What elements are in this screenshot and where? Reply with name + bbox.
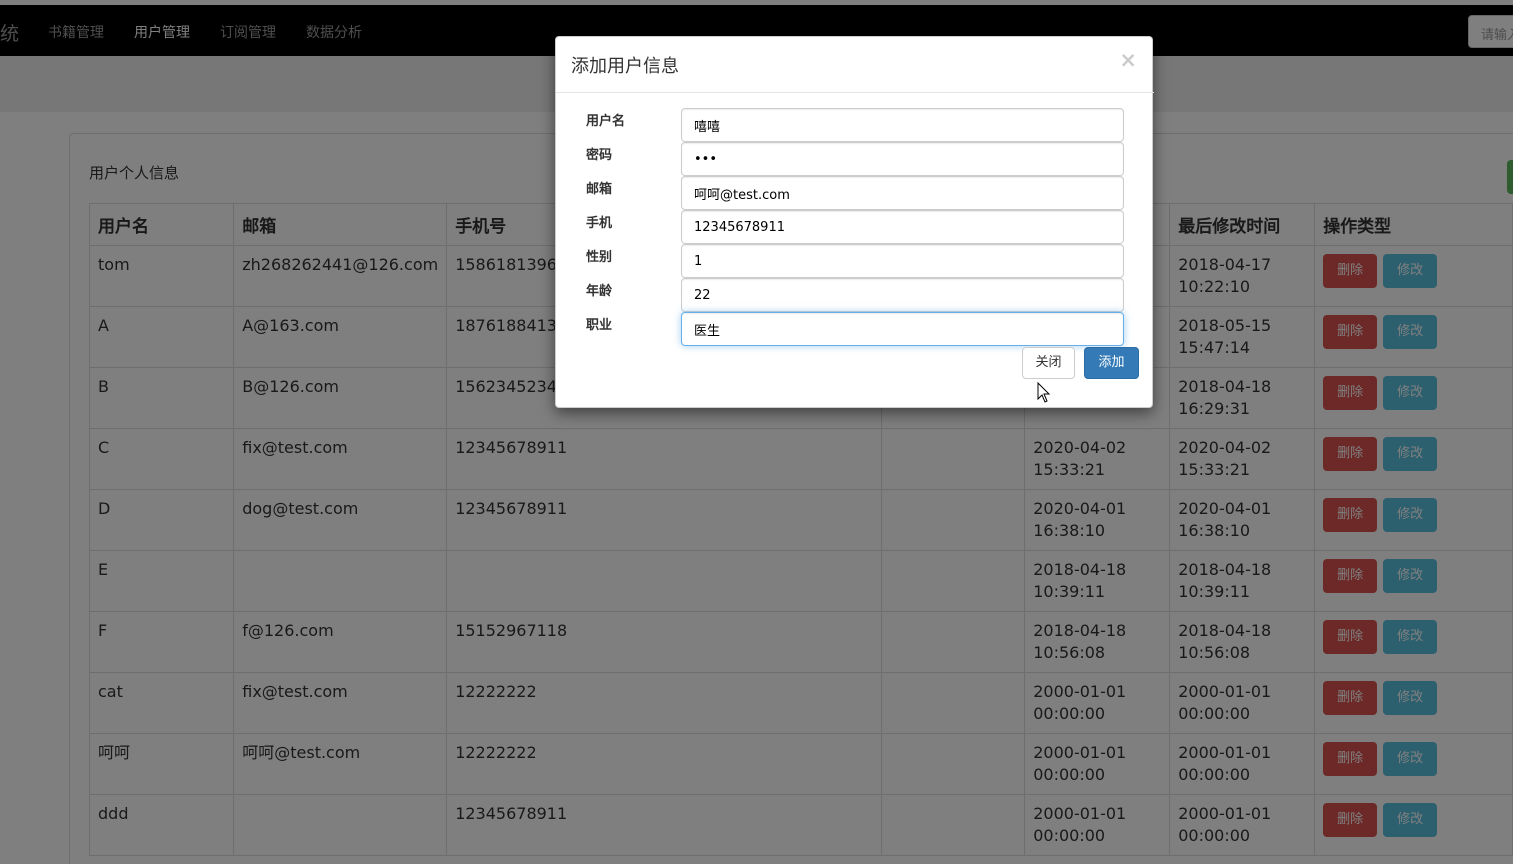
form-row-age: 年龄	[586, 278, 1124, 312]
mouse-cursor-icon	[1037, 382, 1051, 403]
form-row-phone: 手机	[586, 210, 1124, 244]
form-row-username: 用户名	[586, 108, 1124, 142]
add-user-modal: 添加用户信息 × 用户名 密码 邮箱 手机 性别 年龄 职业 关闭 添加	[555, 36, 1154, 408]
username-label: 用户名	[586, 114, 626, 129]
phone-label: 手机	[586, 216, 613, 231]
form-row-occupation: 职业	[586, 312, 1124, 346]
form-row-gender: 性别	[586, 244, 1124, 278]
occupation-label: 职业	[586, 318, 613, 333]
modal-divider	[556, 92, 1154, 93]
add-button[interactable]: 添加	[1084, 347, 1139, 379]
email-label: 邮箱	[586, 182, 613, 197]
occupation-field[interactable]	[681, 312, 1124, 346]
form-row-password: 密码	[586, 142, 1124, 176]
age-field[interactable]	[681, 278, 1124, 312]
password-field[interactable]	[681, 142, 1124, 176]
gender-label: 性别	[586, 250, 613, 265]
gender-field[interactable]	[681, 244, 1124, 278]
close-icon[interactable]: ×	[1119, 50, 1137, 71]
email-field[interactable]	[681, 176, 1124, 210]
close-button[interactable]: 关闭	[1022, 347, 1075, 379]
password-label: 密码	[586, 148, 613, 163]
modal-title: 添加用户信息	[571, 56, 679, 77]
age-label: 年龄	[586, 284, 613, 299]
form-row-email: 邮箱	[586, 176, 1124, 210]
username-field[interactable]	[681, 108, 1124, 142]
phone-field[interactable]	[681, 210, 1124, 244]
